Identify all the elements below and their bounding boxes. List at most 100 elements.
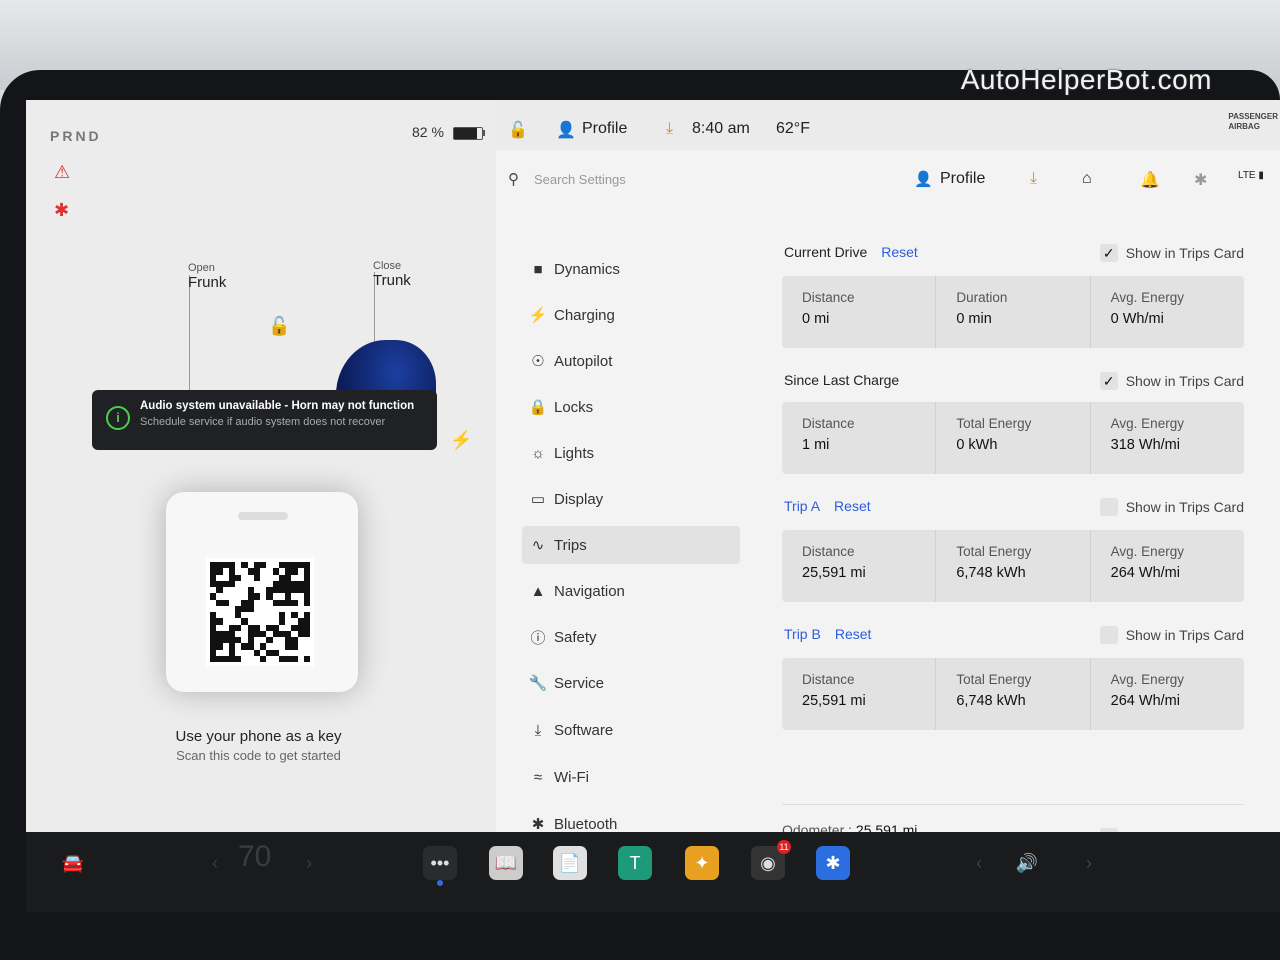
menu-item-dynamics[interactable]: ■ Dynamics [522,250,740,288]
audio-alert[interactable]: i Audio system unavailable - Horn may no… [92,390,437,450]
stat-value: 0 mi [802,311,830,327]
stat-value: 6,748 kWh [956,565,1026,581]
more-apps-icon[interactable]: ••• [423,846,457,880]
charge-port-icon[interactable]: ⚡ [450,430,472,451]
show-checkbox[interactable] [1099,626,1118,644]
stats-box: Distance 25,591 mi Total Energy 6,748 kWh Av… [782,530,1244,602]
alert-subtitle: Schedule service if audio system does no… [140,416,386,428]
open-frunk-button[interactable]: Open Frunk [188,262,226,291]
stat-cell: Total Energy 0 kWh [936,402,1091,474]
settings-menu: ⚲ Search Settings ■ Dynamics ⚡ Charging ☉ Aut… [496,150,777,832]
show-in-trips-card-toggle[interactable]: ✓ Show in Trips Card [1099,244,1244,262]
stat-cell: Distance 25,591 mi [782,658,937,730]
arcade-icon[interactable]: ✦ [685,846,719,880]
toybox-icon[interactable]: T [618,846,652,880]
airbag-line1: PASSENGER [1228,112,1278,121]
clock: 8:40 am [692,120,750,137]
odometer-label: Odometer : [782,822,853,832]
airbag-line2: AIRBAG [1228,122,1260,131]
seatbelt-warning-icon: ⚠ [54,162,71,182]
volume-down-arrow-icon[interactable]: ‹ [962,846,996,880]
show-checkbox[interactable] [1099,498,1118,516]
search-icon: ⚲ [508,171,519,188]
menu-item-locks[interactable]: 🔒 Locks [522,388,740,426]
menu-item-safety[interactable]: ⓘ Safety [522,618,740,656]
temp-up-icon[interactable]: › [292,846,326,880]
show-in-trips-card-toggle[interactable]: Show in Trips Card [1099,626,1244,644]
volume-up-arrow-icon[interactable]: › [1072,846,1106,880]
frunk-action: Open [188,262,215,274]
cabin-temp[interactable]: 70 [238,840,271,874]
phone-notch [238,512,288,520]
menu-item-bluetooth[interactable]: ✱ Bluetooth [522,805,740,833]
stat-cell: Avg. Energy 264 Wh/mi [1091,658,1244,730]
volume-icon[interactable]: 🔊 [1010,846,1044,880]
menu-item-navigation[interactable]: ▲ Navigation [522,572,740,610]
stat-label: Distance [802,544,855,559]
battery-percent: 82 % [412,124,444,140]
menu-item-wi-fi[interactable]: ≈ Wi-Fi [522,758,740,796]
stat-label: Avg. Energy [1110,672,1184,687]
show-in-trips-card-toggle[interactable]: ✓ Show in Trips Card [1099,372,1244,390]
manual-icon[interactable]: 📖 [489,846,523,880]
reset-button[interactable]: Reset [835,626,872,642]
close-trunk-button[interactable]: Close Trunk [373,260,411,289]
search-input[interactable]: Search Settings [534,172,626,187]
stat-cell: Avg. Energy 0 Wh/mi [1091,276,1244,348]
show-in-trips-card-toggle[interactable]: Show in Trips Card [1099,498,1244,516]
bolt-icon: ⚡ [528,307,548,324]
notification-bell-icon[interactable]: 🔔 [1140,170,1160,190]
homelink-icon[interactable]: ⌂ [1082,170,1092,188]
lock-status-icon[interactable]: 🔓 [508,120,528,140]
stat-cell: Distance 1 mi [782,402,937,474]
light-icon: ☼ [531,444,545,462]
trunk-label: Trunk [373,272,411,289]
stats-box: Distance 0 mi Duration 0 min Avg. Energy 0 Wh… [782,276,1244,348]
trunk-action: Close [373,260,402,272]
menu-item-label: Display [554,490,604,508]
show-label: Show in Trips Card [1125,499,1244,515]
stat-cell: Total Energy 6,748 kWh [936,658,1091,730]
menu-item-trips[interactable]: ∿ Trips [522,526,740,564]
stat-cell: Distance 25,591 mi [782,530,937,602]
stat-cell: Avg. Energy 318 Wh/mi [1091,402,1244,474]
menu-item-charging[interactable]: ⚡ Charging [522,296,740,334]
reset-button[interactable]: Reset [881,244,918,260]
download-icon[interactable]: ⤓ [1030,170,1037,188]
stat-label: Distance [802,672,855,687]
bluetooth-icon[interactable]: ✱ [1194,170,1207,190]
camera-icon[interactable]: ◉ 11 [751,840,791,880]
menu-item-lights[interactable]: ☼ Lights [522,434,740,472]
reset-button[interactable]: Reset [834,498,871,514]
stat-label: Avg. Energy [1110,544,1184,559]
stats-box: Distance 25,591 mi Total Energy 6,748 kWh Av… [782,658,1244,730]
phone-key-card [166,492,358,692]
show-label: Show in Trips Card [1125,627,1244,643]
bluetooth-app-icon[interactable]: ✱ [816,846,850,880]
stat-value: 264 Wh/mi [1110,565,1180,581]
menu-item-label: Lights [554,444,595,462]
stat-label: Total Energy [956,544,1032,559]
trips-icon: ∿ [531,537,545,554]
unlock-icon[interactable]: 🔓 [268,316,290,337]
section-heading: Trip A [784,498,821,514]
section-heading: Trip B [784,626,821,642]
outside-temp: 62°F [776,120,810,137]
show-checkbox[interactable]: ✓ [1099,244,1118,262]
temp-down-icon[interactable]: ‹ [198,846,232,880]
steering-wheel-icon: ☉ [531,353,545,370]
update-download-icon[interactable]: ⤓ [666,120,673,138]
notes-icon[interactable]: 📄 [553,846,587,880]
stat-value: 25,591 mi [802,565,866,581]
status-profile[interactable]: Profile [582,120,627,138]
menu-item-service[interactable]: 🔧 Service [522,664,740,702]
car-icon[interactable]: 🚘 [56,846,90,880]
menu-item-display[interactable]: ▭ Display [522,480,740,518]
topbar-profile[interactable]: Profile [940,170,985,188]
menu-item-label: Navigation [554,582,625,600]
menu-item-autopilot[interactable]: ☉ Autopilot [522,342,740,380]
menu-item-software[interactable]: ⤓ Software [522,711,740,749]
watermark: AutoHelperBot.com [960,64,1212,95]
show-checkbox[interactable]: ✓ [1099,372,1118,390]
stat-label: Total Energy [956,672,1032,687]
